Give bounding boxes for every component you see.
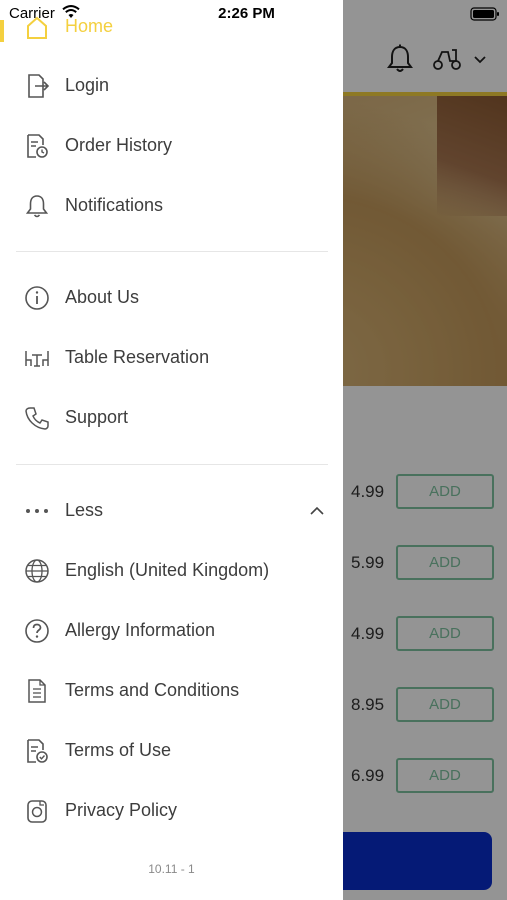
order-history-icon	[24, 133, 50, 159]
menu-item-label: About Us	[65, 287, 140, 307]
menu-item-support[interactable]: Support	[0, 390, 343, 446]
menu-item-label: Terms and Conditions	[65, 680, 240, 700]
menu-item-label: Order History	[65, 135, 173, 155]
more-dots-icon	[24, 498, 50, 524]
menu-item-terms-of-use[interactable]: Terms of Use	[0, 723, 343, 779]
status-time: 2:26 PM	[218, 5, 275, 22]
table-icon	[24, 345, 50, 371]
info-icon	[24, 285, 50, 311]
battery-icon	[470, 7, 500, 21]
menu-toggle-less[interactable]: Less	[0, 483, 343, 539]
menu-item-order-history[interactable]: Order History	[0, 118, 343, 174]
status-bar: Carrier 2:26 PM	[0, 0, 507, 28]
login-icon	[24, 73, 50, 99]
menu-item-label: Privacy Policy	[65, 800, 178, 820]
menu-divider	[16, 464, 328, 465]
privacy-icon	[24, 798, 50, 824]
app-version: 10.11 - 1	[148, 862, 195, 876]
menu-item-label: Less	[65, 500, 104, 520]
menu-item-language[interactable]: English (United Kingdom)	[0, 543, 343, 599]
menu-item-about-us[interactable]: About Us	[0, 270, 343, 326]
phone-icon	[24, 405, 50, 431]
menu-item-privacy-policy[interactable]: Privacy Policy	[0, 783, 343, 839]
menu-item-label: Allergy Information	[65, 620, 216, 640]
menu-item-label: Terms of Use	[65, 740, 172, 760]
menu-item-label: Support	[65, 407, 129, 427]
side-drawer: Home Login Order History Notifications A…	[0, 0, 343, 900]
document-check-icon	[24, 738, 50, 764]
document-icon	[24, 678, 50, 704]
menu-item-table-reservation[interactable]: Table Reservation	[0, 330, 343, 386]
bell-icon	[24, 193, 50, 219]
menu-item-allergy-information[interactable]: Allergy Information	[0, 603, 343, 659]
menu-item-label: Table Reservation	[65, 347, 210, 367]
question-icon	[24, 618, 50, 644]
menu-item-notifications[interactable]: Notifications	[0, 178, 343, 234]
menu-item-label: Login	[65, 75, 110, 95]
menu-item-terms-and-conditions[interactable]: Terms and Conditions	[0, 663, 343, 719]
chevron-up-icon	[309, 505, 325, 517]
globe-icon	[24, 558, 50, 584]
menu-divider	[16, 251, 328, 252]
menu-item-label: English (United Kingdom)	[65, 560, 270, 580]
menu-item-login[interactable]: Login	[0, 58, 343, 114]
menu-item-label: Notifications	[65, 195, 164, 215]
